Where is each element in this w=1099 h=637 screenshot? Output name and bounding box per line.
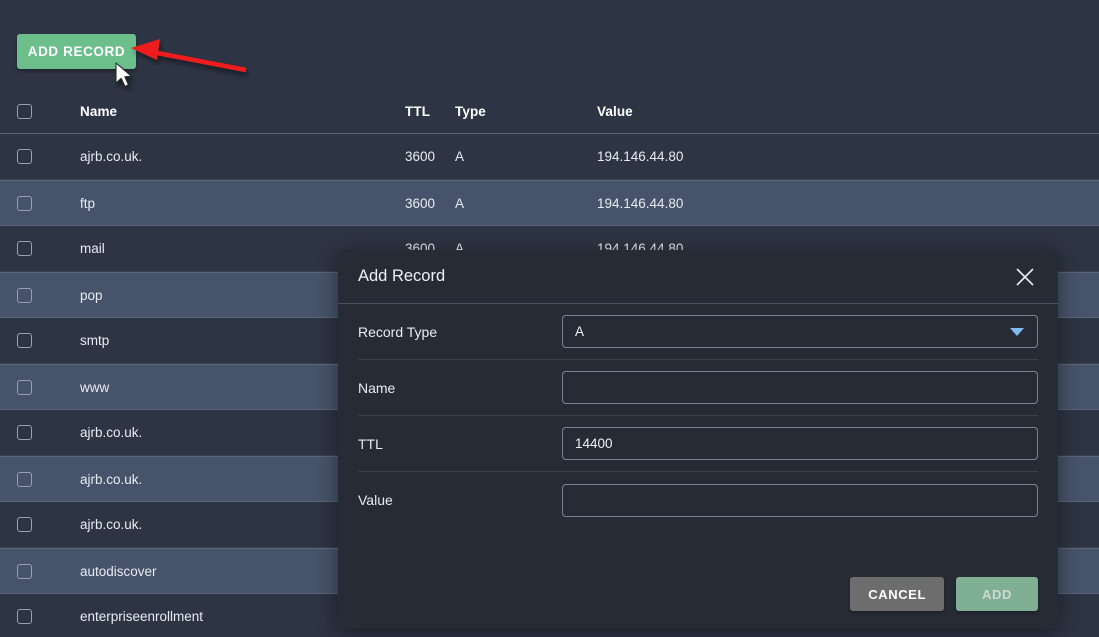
add-record-button[interactable]: ADD RECORD <box>17 34 136 69</box>
value-input[interactable] <box>562 483 1038 517</box>
field-row-ttl: TTL <box>358 416 1038 472</box>
row-select-cell <box>0 563 80 579</box>
row-checkbox[interactable] <box>17 287 32 303</box>
row-name-cell: ftp <box>80 195 96 211</box>
row-checkbox[interactable] <box>17 149 32 164</box>
name-input[interactable] <box>562 371 1038 404</box>
row-ttl-cell: 3600 <box>405 149 436 164</box>
table-row[interactable]: ajrb.co.uk. 3600 A 194.146.44.80 <box>0 134 1099 180</box>
row-value-cell: 194.146.44.80 <box>597 195 684 211</box>
field-row-record-type: Record Type <box>358 304 1038 360</box>
table-row[interactable]: ftp 3600 A 194.146.44.80 <box>0 180 1099 226</box>
row-select-cell <box>0 287 80 303</box>
field-row-name: Name <box>358 360 1038 416</box>
row-checkbox[interactable] <box>17 241 32 256</box>
close-icon[interactable] <box>1012 264 1038 290</box>
field-row-value: Value <box>358 472 1038 528</box>
row-select-cell <box>0 241 80 256</box>
add-button[interactable]: ADD <box>956 577 1038 611</box>
row-name-cell: ajrb.co.uk. <box>80 149 143 164</box>
value-label: Value <box>358 492 393 508</box>
row-checkbox[interactable] <box>17 471 32 487</box>
row-type-cell: A <box>455 195 465 211</box>
row-select-cell <box>0 609 80 624</box>
select-all-checkbox[interactable] <box>17 104 32 119</box>
row-type-cell: A <box>455 149 465 164</box>
row-select-cell <box>0 517 80 532</box>
row-checkbox[interactable] <box>17 379 32 395</box>
row-checkbox[interactable] <box>17 609 32 624</box>
table-header-row: Name TTL Type Value <box>0 90 1099 134</box>
row-select-cell <box>0 471 80 487</box>
record-type-label: Record Type <box>358 323 438 340</box>
dialog-header: Add Record <box>338 250 1058 304</box>
row-checkbox[interactable] <box>17 425 32 440</box>
row-value-cell: 194.146.44.80 <box>597 149 684 164</box>
row-checkbox[interactable] <box>17 517 32 532</box>
add-record-dialog: Add Record Record Type Name <box>338 250 1058 628</box>
select-all-cell <box>0 104 80 119</box>
ttl-label: TTL <box>358 435 383 452</box>
row-checkbox[interactable] <box>17 333 32 348</box>
row-checkbox[interactable] <box>17 563 32 579</box>
dialog-footer: CANCEL ADD <box>850 577 1038 611</box>
row-select-cell <box>0 149 80 164</box>
column-header-value[interactable]: Value <box>597 104 1099 119</box>
dialog-body: Record Type Name TTL Value <box>338 304 1058 528</box>
row-select-cell <box>0 333 80 348</box>
column-header-type[interactable]: Type <box>455 104 597 119</box>
ttl-input[interactable] <box>562 427 1038 460</box>
row-select-cell <box>0 379 80 395</box>
toolbar: ADD RECORD <box>0 0 1099 90</box>
record-type-select[interactable] <box>562 315 1038 348</box>
row-ttl-cell: 3600 <box>405 195 436 211</box>
cancel-button[interactable]: CANCEL <box>850 577 944 611</box>
dialog-title: Add Record <box>358 267 446 285</box>
record-type-select-wrapper <box>562 315 1038 348</box>
column-header-ttl[interactable]: TTL <box>405 104 455 119</box>
row-select-cell <box>0 195 80 211</box>
row-checkbox[interactable] <box>17 195 32 211</box>
name-label: Name <box>358 379 396 396</box>
row-select-cell <box>0 425 80 440</box>
column-header-name[interactable]: Name <box>80 104 405 119</box>
